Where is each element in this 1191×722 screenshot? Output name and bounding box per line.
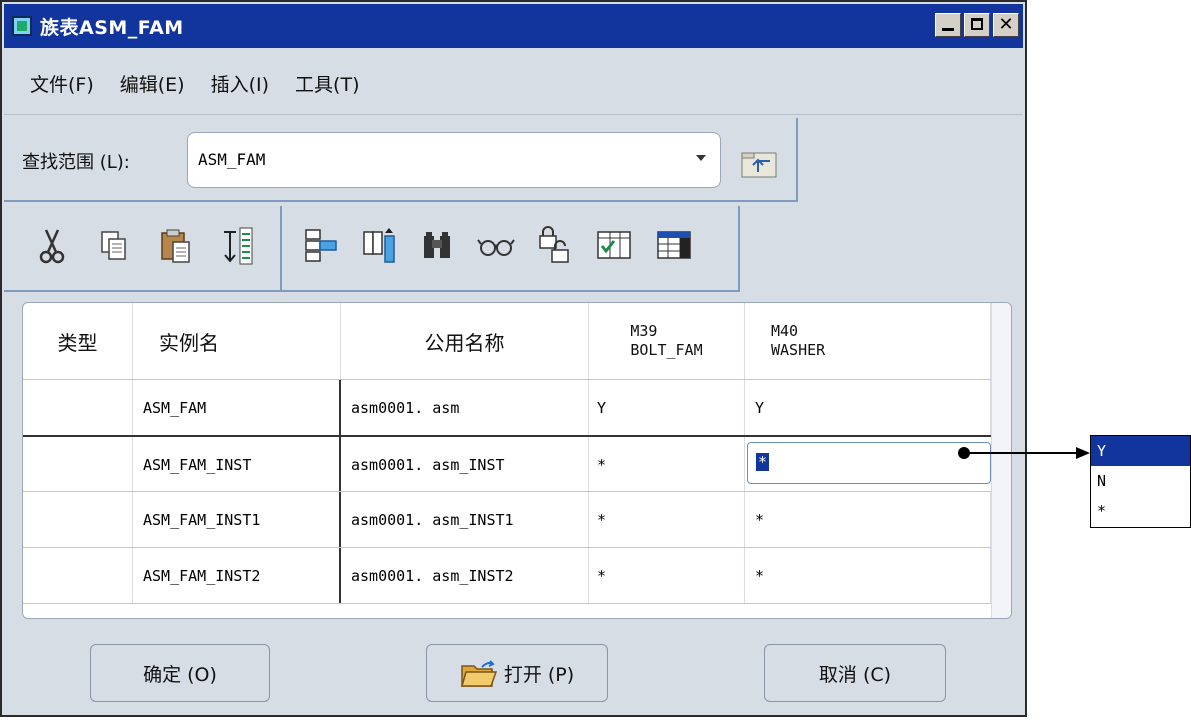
open-folder-icon [460,660,497,687]
lock-icon[interactable] [534,224,574,268]
cell-m40[interactable]: Y [745,380,991,436]
table-row-empty [23,603,991,618]
cell-common-name[interactable]: asm0001. asm_INST [341,437,589,493]
maximize-icon [971,18,983,30]
ok-button-label: 确定 (O) [143,663,217,686]
cell-instance-name[interactable]: ASM_FAM [133,380,341,436]
option-y[interactable]: Y [1091,436,1190,466]
minimize-icon [942,28,954,31]
paste-icon[interactable] [156,224,196,268]
open-button-label: 打开 (P) [503,663,575,686]
cell-m40-edit-value[interactable]: * [756,453,770,471]
table-row[interactable]: ASM_FAM asm0001. asm Y Y [23,379,991,436]
window-controls: ✕ [935,13,1019,37]
cell-type[interactable] [23,492,133,548]
close-icon: ✕ [998,14,1014,35]
col-header-m40[interactable]: M40 WASHER [745,303,991,379]
cell-common-name[interactable]: asm0001. asm [341,380,589,436]
preview-glasses-icon[interactable] [476,224,516,268]
cell-m40[interactable]: * [745,492,991,548]
cell-m39[interactable]: * [589,548,745,604]
menu-edit[interactable]: 编辑(E) [120,70,185,97]
ok-button[interactable]: 确定 (O) [90,644,270,702]
callout-arrow [958,447,1090,459]
table-view-icon[interactable] [654,224,694,268]
menu-bar: 文件(F) 编辑(E) 插入(I) 工具(T) [4,52,1023,115]
col-header-instance-name[interactable]: 实例名 [133,303,341,379]
cell-common-name[interactable]: asm0001. asm_INST2 [341,548,589,604]
insert-column-icon[interactable] [360,224,400,268]
col-header-common-name[interactable]: 公用名称 [341,303,589,379]
cell-m40[interactable]: * [745,548,991,604]
toolbar-separator [280,206,282,290]
col-header-m39[interactable]: M39 BOLT_FAM [589,303,745,379]
cell-type[interactable] [23,548,133,604]
cell-instance-name[interactable]: ASM_FAM_INST [133,437,341,493]
app-icon [12,16,32,36]
option-n[interactable]: N [1091,466,1190,496]
find-binoculars-icon[interactable] [418,224,458,268]
insert-row-icon[interactable] [300,224,340,268]
cell-common-name[interactable]: asm0001. asm_INST1 [341,492,589,548]
maximize-button[interactable] [964,13,990,37]
cell-m39[interactable]: * [589,492,745,548]
menu-tools[interactable]: 工具(T) [295,70,359,97]
table-row[interactable]: ASM_FAM_INST2 asm0001. asm_INST2 * * [23,547,991,604]
window-title: 族表ASM_FAM [40,16,184,39]
table-row[interactable]: ASM_FAM_INST1 asm0001. asm_INST1 * * [23,491,991,548]
minimize-button[interactable] [935,13,961,37]
dropdown-arrow-icon[interactable] [696,155,706,161]
option-star[interactable]: * [1091,496,1190,526]
copy-icon[interactable] [94,224,134,268]
cut-icon[interactable] [32,224,72,268]
cancel-button[interactable]: 取消 (C) [764,644,946,702]
menu-file[interactable]: 文件(F) [30,70,94,97]
cancel-button-label: 取消 (C) [818,663,892,686]
cell-instance-name[interactable]: ASM_FAM_INST1 [133,492,341,548]
family-table-grid[interactable]: 类型 实例名 公用名称 M39 BOLT_FAM M40 WASHER ASM_… [22,302,1012,619]
lookin-label: 查找范围 (L): [22,152,130,173]
family-table-window: 族表ASM_FAM ✕ 文件(F) 编辑(E) 插入(I) 工具(T) 查找范围… [0,0,1027,717]
cell-m39[interactable]: * [589,437,745,493]
lookin-combobox[interactable]: ASM_FAM [187,132,721,188]
lookin-value: ASM_FAM [198,150,266,169]
value-dropdown-list[interactable]: Y N * [1090,435,1191,528]
up-folder-icon[interactable] [740,148,780,180]
close-button[interactable]: ✕ [993,13,1019,37]
menu-insert[interactable]: 插入(I) [211,70,269,97]
cell-type[interactable] [23,380,133,436]
cell-instance-name[interactable]: ASM_FAM_INST2 [133,548,341,604]
cell-m39[interactable]: Y [589,380,745,436]
sort-icon[interactable] [218,224,258,268]
lookin-panel: 查找范围 (L): ASM_FAM [4,118,798,202]
open-button[interactable]: 打开 (P) [426,644,608,702]
cell-type[interactable] [23,437,133,493]
toolbar [4,206,740,292]
verify-check-icon[interactable] [594,224,634,268]
title-bar[interactable]: 族表ASM_FAM ✕ [4,4,1023,48]
col-header-type[interactable]: 类型 [23,303,133,379]
